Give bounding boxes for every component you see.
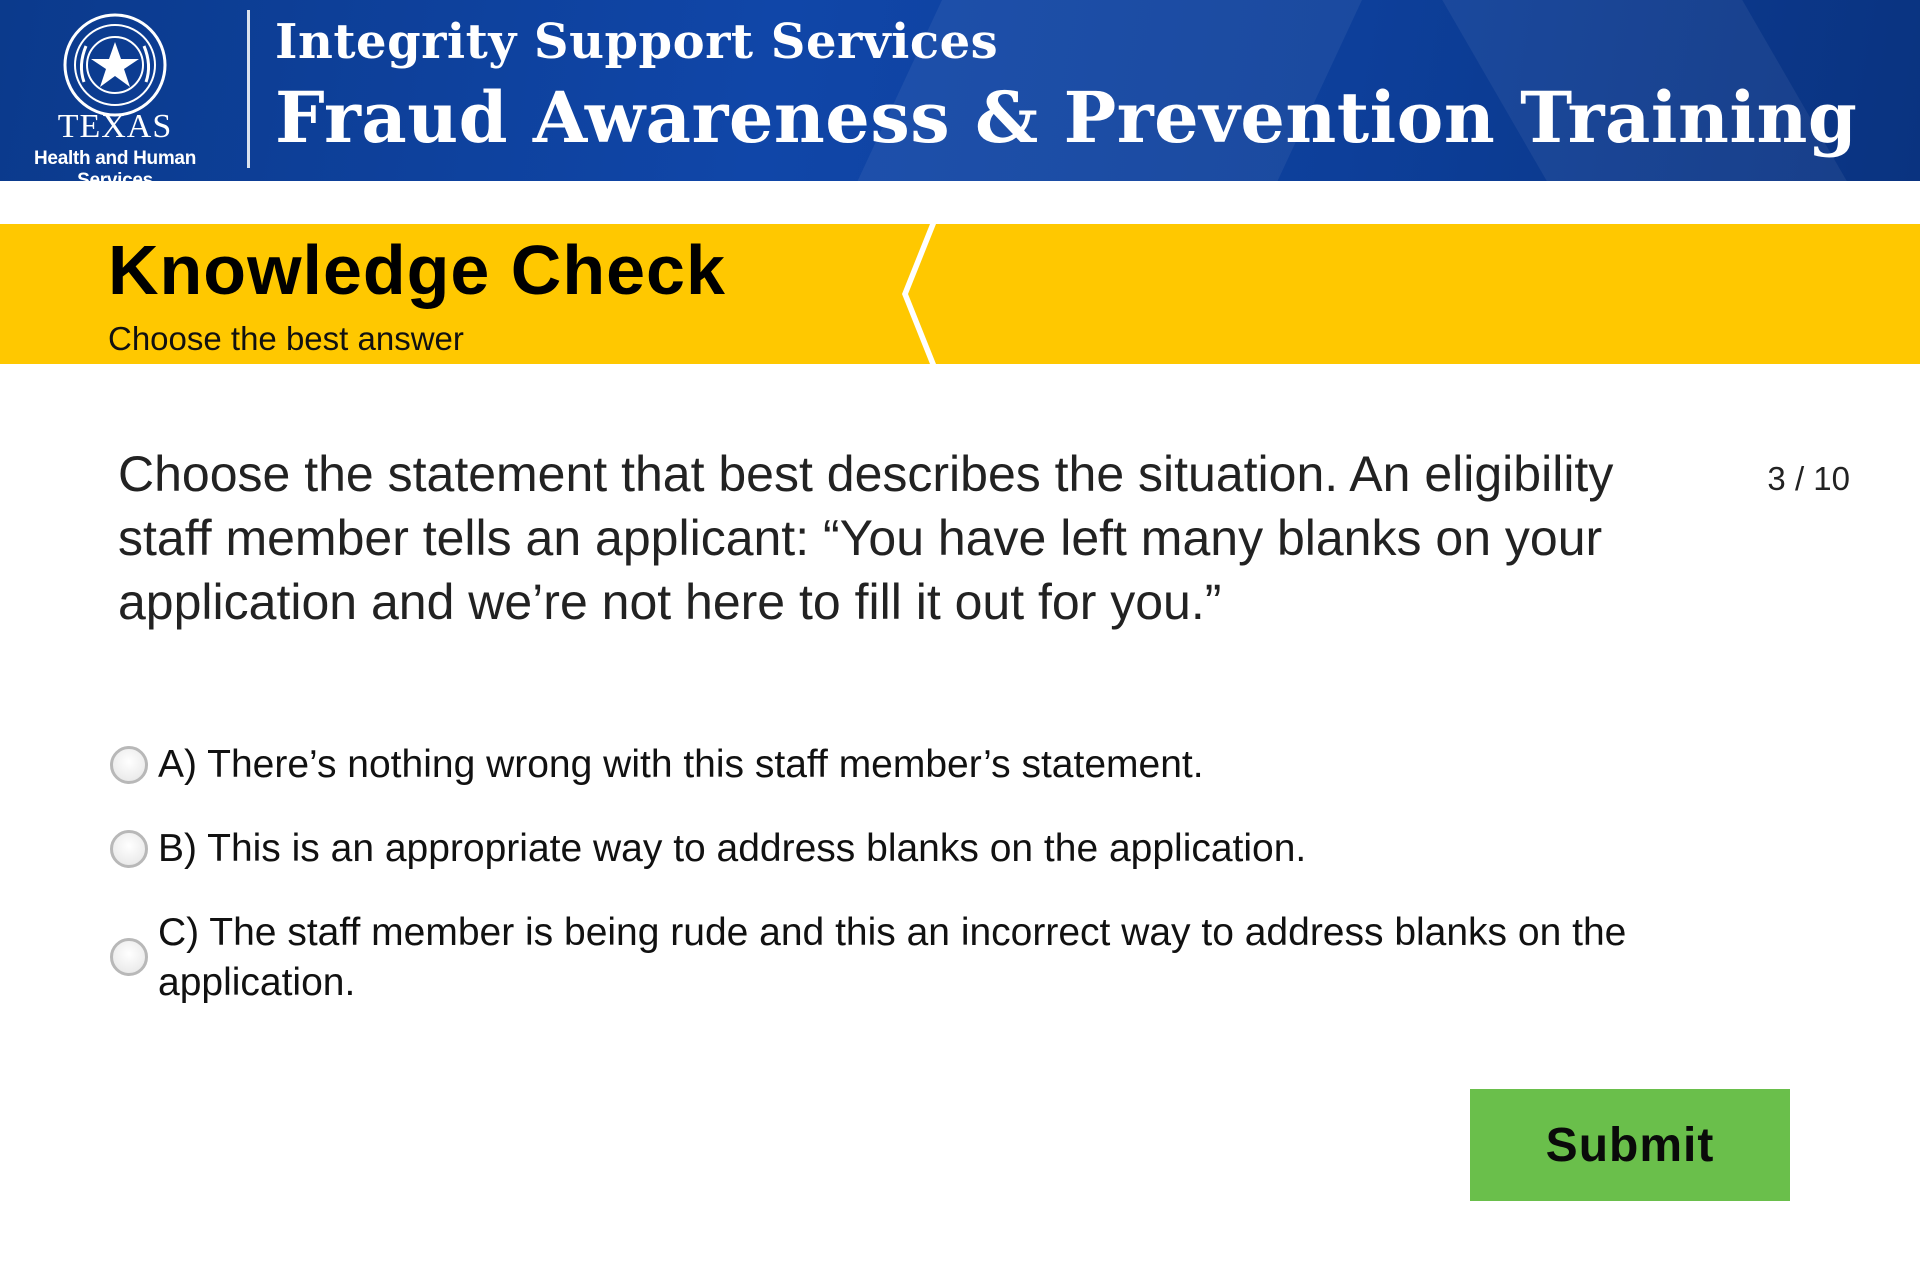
logo-hhs-text: Health and Human Services bbox=[34, 148, 196, 181]
answer-option-b[interactable]: B) This is an appropriate way to address… bbox=[110, 824, 1810, 874]
texas-hhs-logo: TEXAS Health and Human Services bbox=[0, 0, 240, 181]
answer-option-a[interactable]: A) There’s nothing wrong with this staff… bbox=[110, 740, 1810, 790]
knowledge-check-title: Knowledge Check bbox=[108, 231, 726, 309]
answer-option-c[interactable]: C) The staff member is being rude and th… bbox=[110, 908, 1810, 1008]
radio-button-b[interactable] bbox=[110, 830, 148, 868]
texas-seal-icon bbox=[63, 13, 167, 117]
submit-button[interactable]: Submit bbox=[1470, 1089, 1790, 1201]
radio-button-c[interactable] bbox=[110, 938, 148, 976]
radio-button-a[interactable] bbox=[110, 746, 148, 784]
header-title: Fraud Awareness & Prevention Training bbox=[275, 76, 1858, 159]
header-divider bbox=[247, 10, 250, 168]
answer-option-label: C) The staff member is being rude and th… bbox=[158, 911, 1627, 1004]
logo-texas-text: TEXAS bbox=[57, 108, 173, 145]
answer-option-label: B) This is an appropriate way to address… bbox=[158, 827, 1307, 870]
header-banner: TEXAS Health and Human Services Integrit… bbox=[0, 0, 1920, 181]
answer-option-label: A) There’s nothing wrong with this staff… bbox=[158, 743, 1204, 786]
question-text: Choose the statement that best describes… bbox=[118, 446, 1614, 630]
knowledge-check-instruction: Choose the best answer bbox=[108, 320, 464, 357]
question-counter: 3 / 10 bbox=[1767, 460, 1850, 497]
header-subtitle: Integrity Support Services bbox=[275, 14, 999, 70]
